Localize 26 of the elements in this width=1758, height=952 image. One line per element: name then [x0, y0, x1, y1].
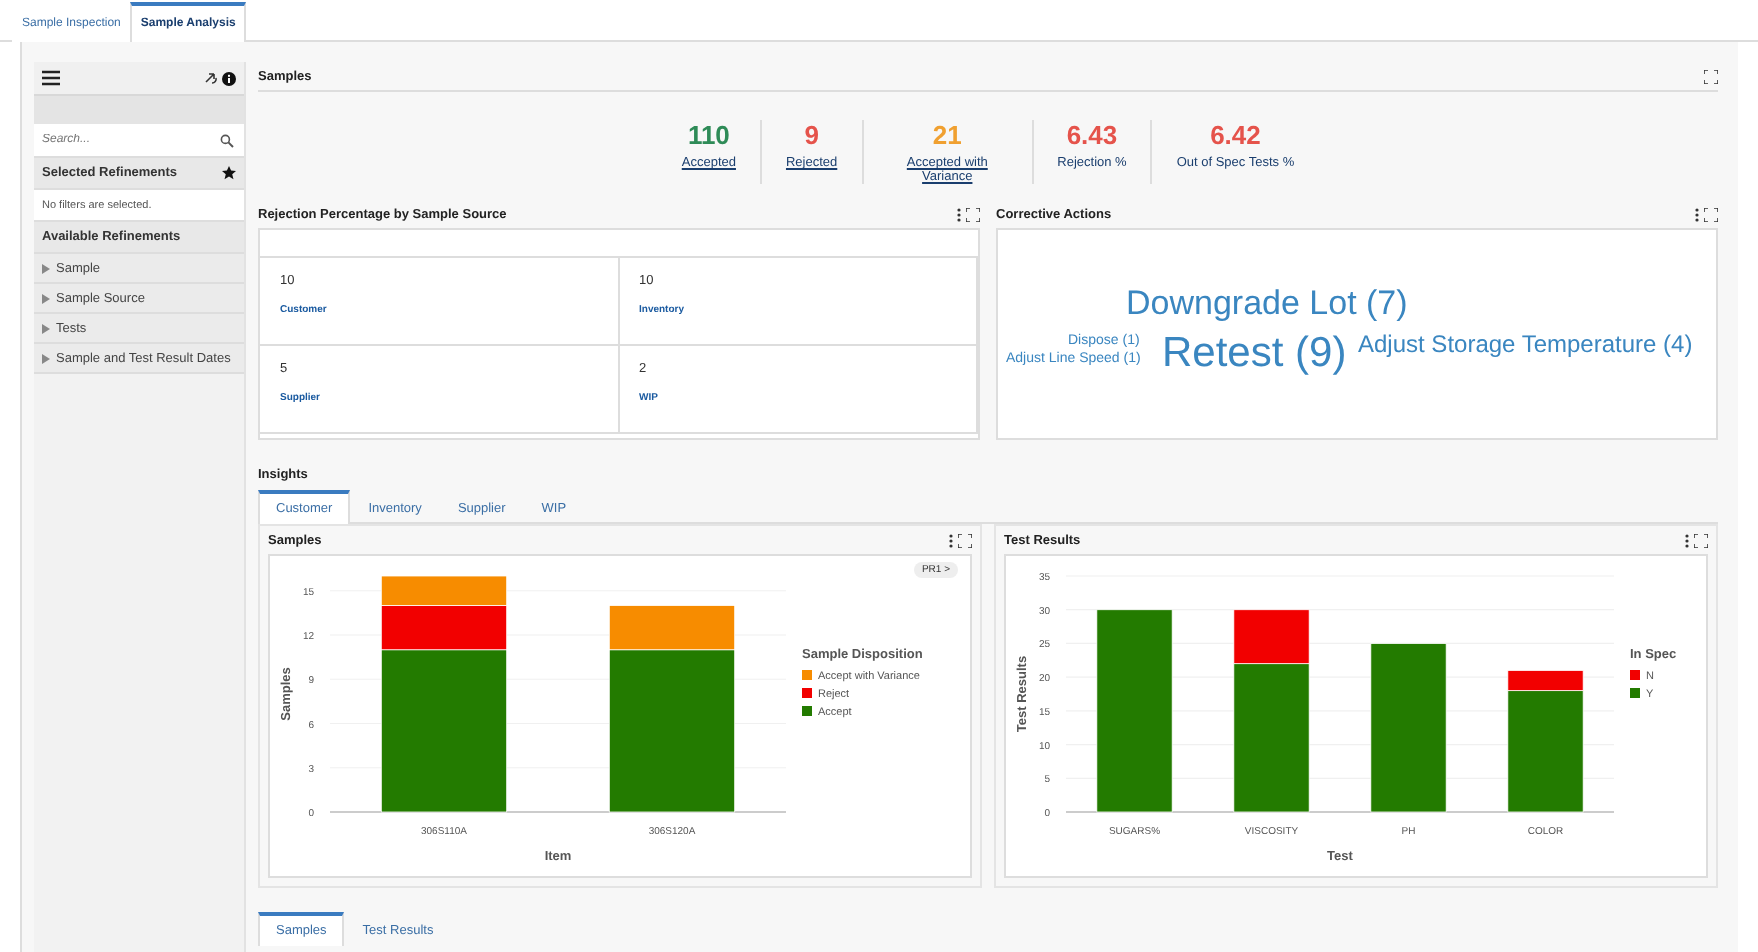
caret-icon: [42, 353, 50, 363]
cloud-word[interactable]: Retest (9): [1162, 330, 1347, 378]
caret-icon: [42, 263, 50, 273]
star-icon[interactable]: [222, 166, 236, 180]
expand-icon[interactable]: [958, 533, 972, 547]
caret-icon: [42, 323, 50, 333]
metric-value: 6.42: [1210, 120, 1261, 150]
caret-icon: [42, 293, 50, 303]
more-icon[interactable]: [948, 533, 954, 547]
expand-icon[interactable]: [966, 207, 980, 221]
more-icon[interactable]: [956, 207, 962, 221]
undo-icon[interactable]: [204, 72, 218, 84]
expand-icon[interactable]: [1704, 207, 1718, 221]
search-icon[interactable]: [220, 134, 234, 148]
expand-icon[interactable]: [1704, 69, 1718, 83]
more-icon[interactable]: [1694, 207, 1700, 221]
expand-icon[interactable]: [1694, 533, 1708, 547]
info-icon[interactable]: [222, 71, 236, 85]
metric-value: 6.43: [1066, 120, 1118, 150]
more-icon[interactable]: [1684, 533, 1690, 547]
metric-value: 9: [804, 120, 819, 150]
cloud-word[interactable]: Adjust Storage Temperature (4): [1358, 330, 1693, 358]
cloud-word[interactable]: Downgrade Lot (7): [1126, 284, 1408, 324]
menu-icon[interactable]: [42, 70, 60, 86]
metric-value: 110: [687, 120, 730, 150]
metric-value: 21: [932, 120, 962, 150]
